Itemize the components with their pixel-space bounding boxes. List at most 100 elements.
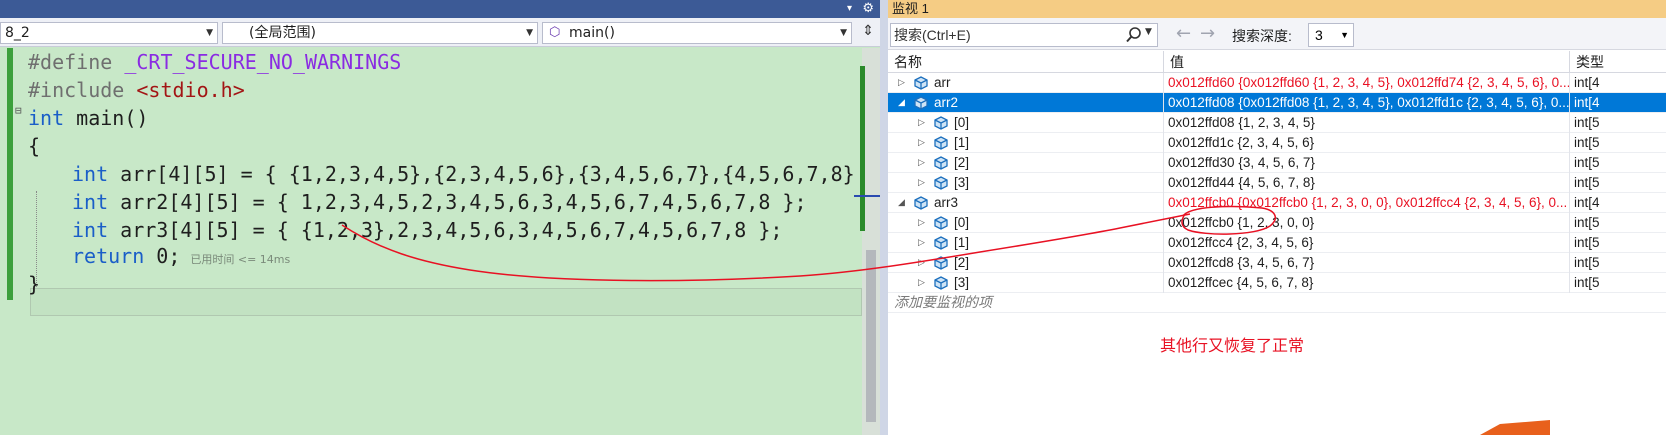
watch-name: arr2 [934, 95, 959, 110]
watch-window-title[interactable]: 监视 1 [888, 0, 1666, 18]
expand-triangle-icon[interactable]: ▷ [918, 213, 925, 232]
watch-name-cell: ▷ [1] [888, 133, 1164, 153]
watch-row-arr2-2[interactable]: ▷ [2] 0x012ffd30 {3, 4, 5, 6, 7} int[5 [888, 153, 1666, 173]
collapse-icon[interactable]: ⊟ [15, 104, 25, 117]
watch-name-cell: ◢ arr2 [888, 93, 1164, 113]
variable-cube-icon [934, 116, 948, 130]
editor-navigation-bar: 8_2 ▼ (全局范围) ▼ ⬡ main() ▼ ⇕ [0, 18, 880, 47]
return-value: 0; [144, 244, 181, 268]
scope-combo-value: (全局范围) [249, 25, 316, 41]
code-editor[interactable]: ▾ ⚙ 8_2 ▼ (全局范围) ▼ ⬡ main() ▼ ⇕ ⊟ #defin… [0, 0, 891, 435]
code-text-area[interactable]: ⊟ #define _CRT_SECURE_NO_WARNINGS #inclu… [0, 48, 891, 435]
macro-name: _CRT_SECURE_NO_WARNINGS [112, 50, 402, 74]
arr2-declaration: arr2[4][5] = { 1,2,3,4,5,2,3,4,5,6,3,4,5… [108, 190, 807, 214]
chevron-down-icon[interactable]: ▼ [1145, 27, 1152, 37]
watch-name: [3] [954, 275, 970, 290]
add-watch-row[interactable] [888, 293, 1666, 313]
variable-cube-icon [934, 276, 948, 290]
watch-type: int[5 [1574, 175, 1600, 190]
watch-row-arr3-1[interactable]: ▷ [1] 0x012ffcc4 {2, 3, 4, 5, 6} int[5 [888, 233, 1666, 253]
type-keyword: int [72, 162, 109, 186]
watch-row-arr2-3[interactable]: ▷ [3] 0x012ffd44 {4, 5, 6, 7, 8} int[5 [888, 173, 1666, 193]
scrollbar-caret-marker [854, 195, 880, 197]
watch-row-arr3-0[interactable]: ▷ [0] 0x012ffcb0 {1, 2, 3, 0, 0} int[5 [888, 213, 1666, 233]
watch-name: [0] [954, 115, 970, 130]
function-combo[interactable]: ⬡ main() ▼ [542, 22, 852, 44]
watch-name: [1] [954, 135, 970, 150]
watch-row-arr3[interactable]: ◢ arr3 0x012ffcb0 {0x012ffcb0 {1, 2, 3, … [888, 193, 1666, 213]
scope-combo[interactable]: (全局范围) ▼ [222, 22, 538, 44]
column-header-value[interactable]: 值 [1164, 51, 1570, 73]
chevron-down-icon[interactable]: ▼ [840, 23, 847, 43]
expand-triangle-icon[interactable]: ▷ [918, 153, 925, 172]
arr3-declaration: arr3[4][5] = { {1,2,3},2,3,4,5,6,3,4,5,6… [108, 218, 783, 242]
watch-type: int[5 [1574, 255, 1600, 270]
search-depth-combo[interactable]: 3 ▼ [1308, 23, 1354, 47]
change-tracking-bar [7, 48, 13, 300]
code-line-5: int arr[4][5] = { {1,2,3,4,5},{2,3,4,5,6… [72, 160, 891, 188]
variable-cube-icon [914, 76, 928, 90]
watch-name: [0] [954, 215, 970, 230]
split-editor-icon[interactable]: ⇕ [862, 23, 874, 39]
gear-icon[interactable]: ⚙ [862, 0, 874, 18]
column-header-type[interactable]: 类型 [1570, 51, 1666, 73]
code-line-9: } [28, 270, 40, 298]
function-signature: main() [64, 106, 149, 130]
watch-name-cell: ▷ [2] [888, 253, 1164, 273]
expand-triangle-icon[interactable]: ▷ [918, 233, 925, 252]
preprocessor-keyword: #define [28, 50, 113, 74]
watch-search-input[interactable] [891, 24, 1119, 46]
watch-row-arr[interactable]: ▷ arr 0x012ffd60 {0x012ffd60 {1, 2, 3, 4… [888, 73, 1666, 93]
editor-scrollbar-thumb[interactable] [866, 250, 876, 422]
perf-tip[interactable]: 已用时间 <= 14ms [190, 253, 290, 266]
collapse-triangle-icon[interactable]: ◢ [898, 93, 905, 112]
variable-cube-icon [914, 196, 928, 210]
function-combo-value: main() [569, 25, 615, 41]
watch-value: 0x012ffd60 {0x012ffd60 {1, 2, 3, 4, 5}, … [1164, 73, 1570, 93]
expand-triangle-icon[interactable]: ▷ [898, 73, 905, 92]
code-line-7: int arr3[4][5] = { {1,2,3},2,3,4,5,6,3,4… [72, 216, 782, 244]
code-line-3: int main() [28, 104, 148, 132]
watch-type: int[5 [1574, 275, 1600, 290]
watch-search-box[interactable]: ▼ [890, 23, 1158, 47]
watch-window: 监视 1 ▼ ← → 搜索深度: 3 ▼ 名称 值 类型 ▷ arr 0x012… [888, 0, 1666, 435]
back-arrow-icon[interactable]: ← [1176, 24, 1191, 44]
method-cube-icon: ⬡ [549, 25, 561, 40]
chevron-down-icon[interactable]: ▼ [206, 23, 213, 43]
collapse-triangle-icon[interactable]: ◢ [898, 193, 905, 212]
watch-type: int[4 [1574, 75, 1600, 90]
expand-triangle-icon[interactable]: ▷ [918, 113, 925, 132]
variable-cube-icon [934, 136, 948, 150]
watch-type: int[5 [1574, 115, 1600, 130]
search-icon[interactable] [1125, 26, 1143, 44]
watch-row-arr2-1[interactable]: ▷ [1] 0x012ffd1c {2, 3, 4, 5, 6} int[5 [888, 133, 1666, 153]
watch-type: int[4 [1574, 195, 1600, 210]
expand-triangle-icon[interactable]: ▷ [918, 253, 925, 272]
forward-arrow-icon[interactable]: → [1200, 24, 1215, 44]
watch-row-arr2-0[interactable]: ▷ [0] 0x012ffd08 {1, 2, 3, 4, 5} int[5 [888, 113, 1666, 133]
code-line-2: #include <stdio.h> [28, 76, 245, 104]
watch-name-cell: ▷ [0] [888, 213, 1164, 233]
add-watch-input[interactable] [894, 293, 1158, 312]
pane-splitter[interactable] [880, 0, 888, 435]
chevron-down-icon[interactable]: ▼ [526, 23, 533, 43]
variable-cube-icon [934, 216, 948, 230]
watch-name-cell: ▷ arr [888, 73, 1164, 93]
expand-triangle-icon[interactable]: ▷ [918, 173, 925, 192]
chevron-down-icon[interactable]: ▼ [1340, 24, 1349, 46]
watch-row-arr3-3[interactable]: ▷ [3] 0x012ffcec {4, 5, 6, 7, 8} int[5 [888, 273, 1666, 293]
expand-triangle-icon[interactable]: ▷ [918, 273, 925, 292]
search-depth-label: 搜索深度: [1232, 28, 1292, 44]
watch-row-arr2[interactable]: ◢ arr2 0x012ffd08 {0x012ffd08 {1, 2, 3, … [888, 93, 1666, 113]
dropdown-icon[interactable]: ▾ [847, 0, 852, 18]
column-header-name[interactable]: 名称 [888, 51, 1164, 73]
type-keyword: int [28, 106, 65, 130]
watch-name-cell: ▷ [3] [888, 273, 1164, 293]
project-combo[interactable]: 8_2 ▼ [0, 22, 218, 44]
variable-cube-icon [934, 236, 948, 250]
expand-triangle-icon[interactable]: ▷ [918, 133, 925, 152]
watch-row-arr3-2[interactable]: ▷ [2] 0x012ffcd8 {3, 4, 5, 6, 7} int[5 [888, 253, 1666, 273]
watch-value: 0x012ffd08 {1, 2, 3, 4, 5} [1164, 113, 1570, 133]
close-brace: } [28, 272, 41, 296]
scrollbar-change-marker [860, 66, 865, 231]
